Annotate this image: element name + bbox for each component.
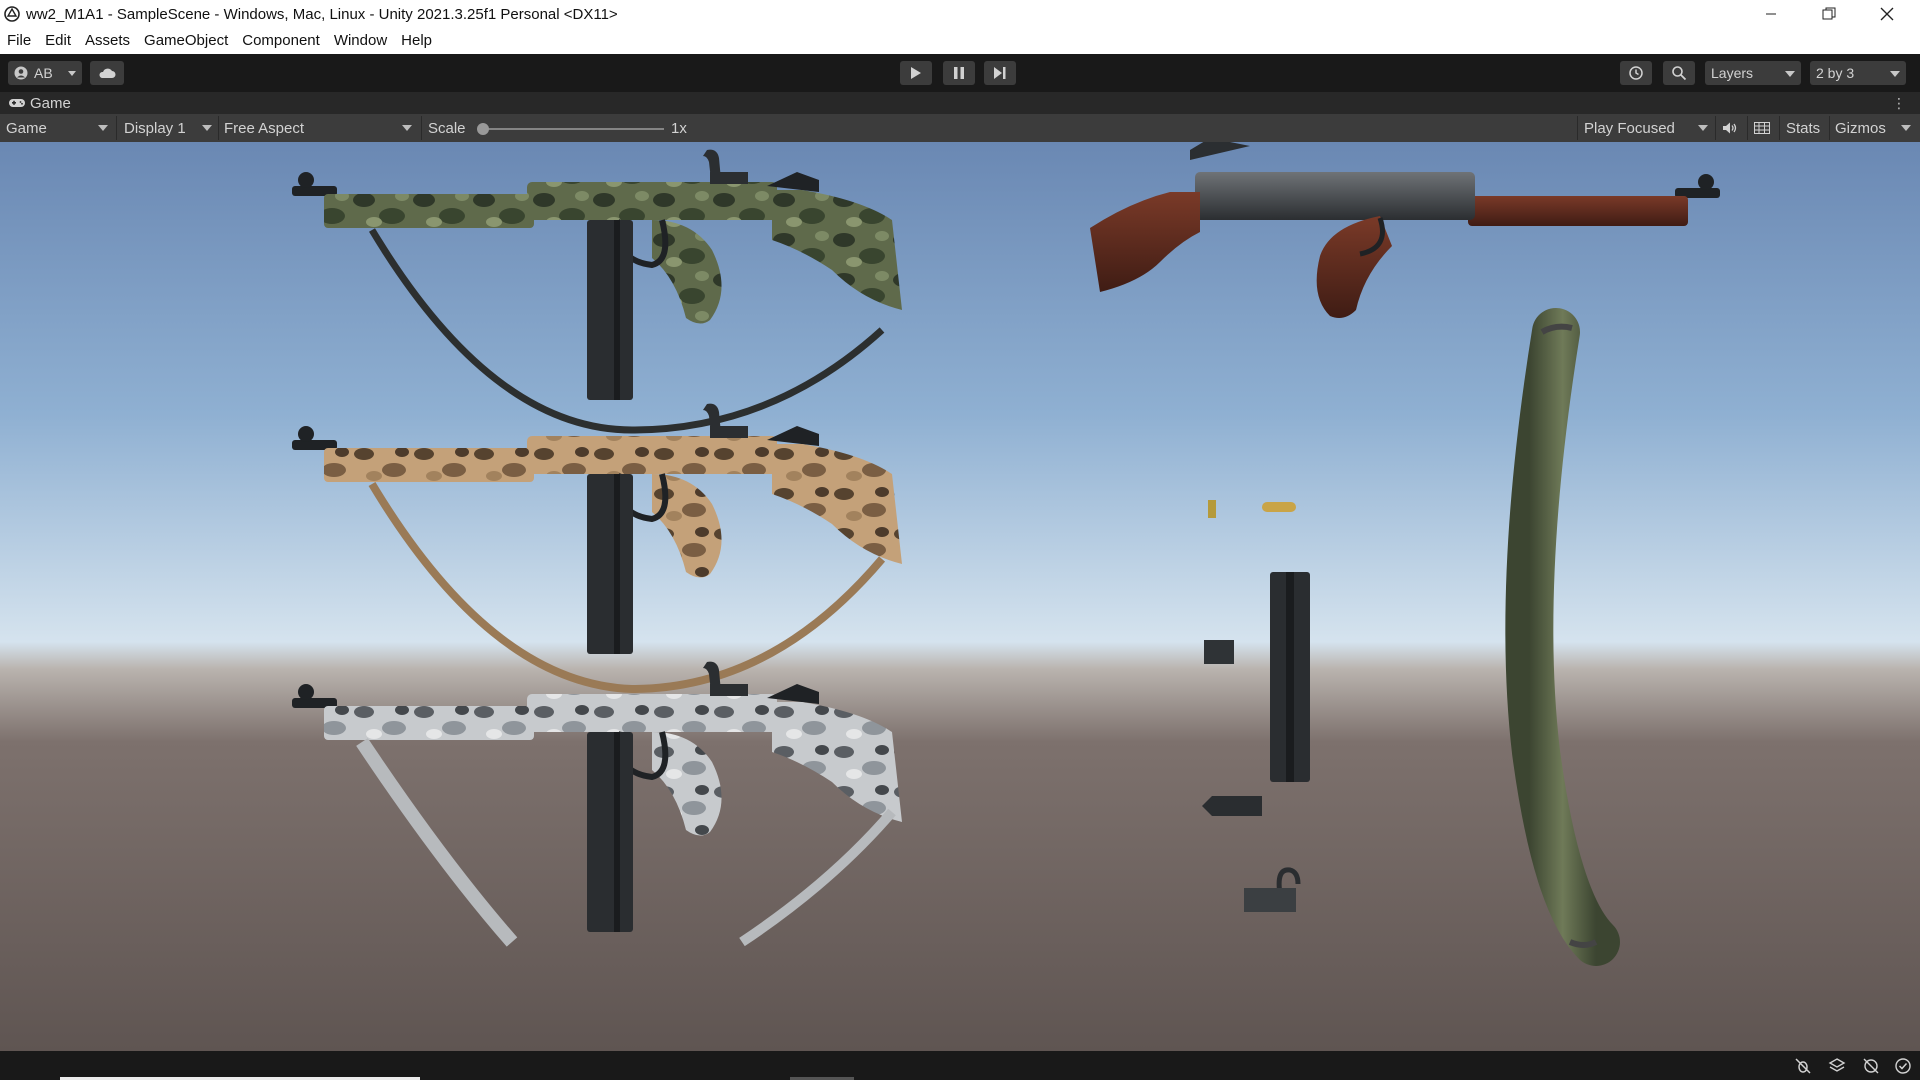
bug-icon[interactable] bbox=[1794, 1057, 1812, 1075]
gizmos-label: Gizmos bbox=[1835, 119, 1886, 137]
gamepad-icon bbox=[9, 99, 25, 107]
step-icon bbox=[994, 67, 1006, 79]
menu-bar: File Edit Assets GameObject Component Wi… bbox=[0, 28, 1920, 54]
chevron-down-icon bbox=[68, 71, 76, 76]
play-mode-label: Play Focused bbox=[1584, 119, 1675, 137]
menu-gameobject[interactable]: GameObject bbox=[137, 28, 235, 54]
chevron-down-icon bbox=[1785, 71, 1795, 77]
aspect-select[interactable]: Free Aspect bbox=[224, 116, 416, 140]
play-mode-select[interactable]: Play Focused bbox=[1584, 116, 1712, 140]
history-icon bbox=[1629, 66, 1643, 80]
layout-label: 2 by 3 bbox=[1816, 65, 1855, 81]
close-icon[interactable] bbox=[1858, 0, 1916, 28]
account-icon bbox=[14, 66, 28, 80]
menu-window[interactable]: Window bbox=[327, 28, 394, 54]
keyboard-shortcuts-button[interactable] bbox=[1754, 116, 1776, 140]
restore-icon[interactable] bbox=[1800, 0, 1858, 28]
menu-help[interactable]: Help bbox=[394, 28, 439, 54]
history-button[interactable] bbox=[1620, 61, 1652, 85]
scale-value: 1x bbox=[671, 116, 701, 140]
layers-dropdown[interactable]: Layers bbox=[1705, 61, 1801, 85]
scale-slider-handle[interactable] bbox=[477, 123, 489, 135]
step-button[interactable] bbox=[984, 61, 1016, 85]
more-options-icon[interactable]: ⋮ bbox=[1892, 95, 1906, 112]
scale-slider[interactable] bbox=[482, 128, 664, 130]
account-label: AB bbox=[34, 65, 53, 81]
window-title-bar: ww2_M1A1 - SampleScene - Windows, Mac, L… bbox=[0, 0, 1920, 28]
stats-label: Stats bbox=[1786, 119, 1821, 137]
unity-logo-icon bbox=[4, 6, 20, 22]
chevron-down-icon bbox=[402, 125, 412, 131]
chevron-down-icon bbox=[1890, 71, 1900, 77]
scale-value-text: 1x bbox=[671, 119, 687, 137]
chevron-down-icon bbox=[1901, 125, 1911, 131]
minimize-icon[interactable] bbox=[1742, 0, 1800, 28]
window-title: ww2_M1A1 - SampleScene - Windows, Mac, L… bbox=[26, 6, 618, 23]
bolt-part bbox=[1202, 796, 1262, 816]
cloud-icon bbox=[99, 68, 116, 78]
mute-audio-button[interactable] bbox=[1722, 116, 1744, 140]
display-select-label: Display 1 bbox=[124, 119, 186, 137]
menu-assets[interactable]: Assets bbox=[78, 28, 137, 54]
play-icon bbox=[911, 67, 921, 79]
check-icon[interactable] bbox=[1894, 1057, 1912, 1075]
small-block bbox=[1204, 640, 1234, 664]
tab-game[interactable]: Game bbox=[8, 92, 71, 114]
view-select[interactable]: Game bbox=[6, 116, 112, 140]
main-toolbar: AB Layers 2 by 3 bbox=[0, 54, 1920, 92]
status-bar bbox=[0, 1051, 1920, 1080]
chevron-down-icon bbox=[202, 125, 212, 131]
speaker-icon bbox=[1723, 122, 1737, 134]
gizmos-dropdown[interactable]: Gizmos bbox=[1835, 116, 1915, 140]
play-button[interactable] bbox=[900, 61, 932, 85]
scene-render bbox=[0, 142, 1920, 1051]
cartridge-case bbox=[1208, 500, 1216, 518]
tab-game-label: Game bbox=[30, 94, 71, 112]
menu-edit[interactable]: Edit bbox=[38, 28, 78, 54]
pause-button[interactable] bbox=[943, 61, 975, 85]
scale-label-text: Scale bbox=[428, 119, 466, 137]
search-icon bbox=[1672, 66, 1687, 81]
chevron-down-icon bbox=[1698, 125, 1708, 131]
aspect-select-label: Free Aspect bbox=[224, 119, 305, 137]
layout-dropdown[interactable]: 2 by 3 bbox=[1810, 61, 1906, 85]
chevron-down-icon bbox=[98, 125, 108, 131]
layers-label: Layers bbox=[1711, 65, 1754, 81]
search-button[interactable] bbox=[1663, 61, 1695, 85]
game-viewport[interactable] bbox=[0, 142, 1920, 1051]
network-off-icon[interactable] bbox=[1862, 1057, 1880, 1075]
bullet bbox=[1262, 502, 1296, 512]
game-tab-bar: Game ⋮ bbox=[0, 92, 1920, 114]
view-select-label: Game bbox=[6, 119, 47, 137]
layers-icon[interactable] bbox=[1828, 1057, 1846, 1075]
stats-button[interactable]: Stats bbox=[1786, 116, 1826, 140]
cloud-button[interactable] bbox=[90, 61, 124, 85]
menu-file[interactable]: File bbox=[0, 28, 38, 54]
game-view-toolbar: Game Display 1 Free Aspect Scale 1x Play… bbox=[0, 114, 1920, 143]
pause-icon bbox=[954, 67, 964, 79]
menu-component[interactable]: Component bbox=[235, 28, 327, 54]
display-select[interactable]: Display 1 bbox=[124, 116, 216, 140]
account-dropdown[interactable]: AB bbox=[8, 61, 82, 85]
grid-icon bbox=[1754, 122, 1770, 134]
